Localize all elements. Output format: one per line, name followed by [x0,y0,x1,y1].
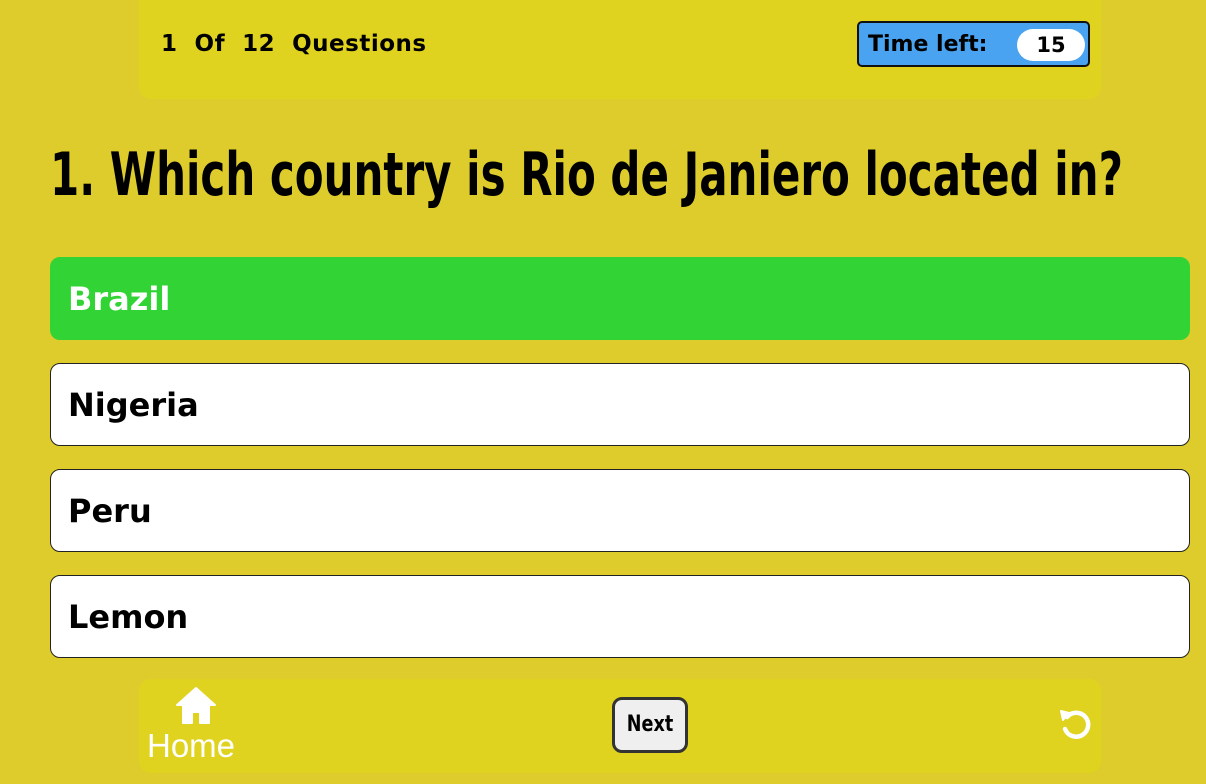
question-progress: 1 Of 12 Questions [161,31,427,57]
timer-box: Time left: 15 [857,21,1090,67]
next-label: Next [626,712,674,737]
answer-label: Nigeria [68,386,199,424]
answer-option-2[interactable]: Nigeria [50,363,1190,446]
next-button[interactable]: Next [612,697,688,753]
answer-label: Peru [68,492,152,530]
answer-option-3[interactable]: Peru [50,469,1190,552]
answer-option-4[interactable]: Lemon [50,575,1190,658]
question-text: 1. Which country is Rio de Janiero locat… [50,140,1123,210]
home-icon [176,687,216,724]
timer-value: 15 [1017,29,1085,61]
bottom-bar: Home Next [139,679,1101,773]
answer-label: Brazil [68,280,171,318]
top-bar: 1 Of 12 Questions Time left: 15 [139,0,1101,99]
restart-button[interactable] [1056,705,1096,745]
timer-label: Time left: [868,32,988,57]
answer-list: Brazil Nigeria Peru Lemon [50,257,1190,681]
restart-icon [1060,710,1091,739]
home-button[interactable]: Home [145,683,245,764]
answer-label: Lemon [68,598,189,636]
answer-option-1[interactable]: Brazil [50,257,1190,340]
home-label: Home [147,727,236,764]
